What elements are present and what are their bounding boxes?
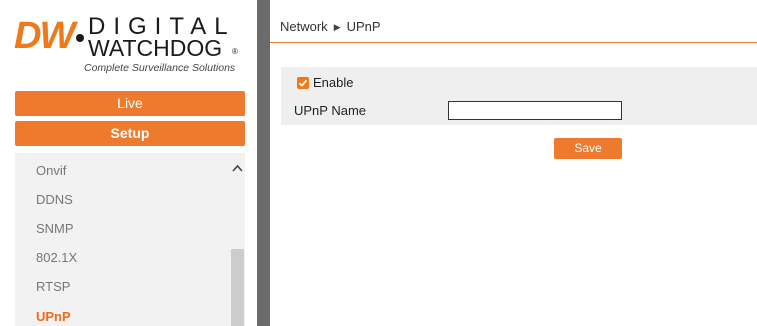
breadcrumb: Network ▶ UPnP [280, 19, 381, 34]
logo-mark: DW [14, 15, 75, 57]
digital-watchdog-logo: DW DIGITAL WATCHDOG ® Complete Surveilla… [14, 14, 242, 75]
setup-menu: Onvif DDNS SNMP 802.1X RTSP UPnP [15, 153, 245, 326]
menu-item-upnp[interactable]: UPnP [36, 309, 71, 324]
sidebar: DW DIGITAL WATCHDOG ® Complete Surveilla… [0, 0, 257, 326]
upnp-name-label: UPnP Name [294, 103, 367, 118]
setup-button[interactable]: Setup [15, 121, 245, 146]
upnp-form: Enable UPnP Name [281, 67, 757, 125]
save-button[interactable]: Save [554, 138, 622, 159]
scroll-thumb[interactable] [231, 249, 244, 326]
main-content: Network ▶ UPnP Enable UPnP Name Save [270, 0, 757, 326]
upnp-name-input[interactable] [448, 101, 622, 120]
breadcrumb-arrow-icon: ▶ [333, 22, 341, 32]
logo-tagline: Complete Surveillance Solutions [84, 62, 236, 74]
logo-dot [76, 34, 84, 42]
logo-registered: ® [232, 47, 238, 56]
scroll-up-icon[interactable] [230, 161, 245, 175]
menu-item-ddns[interactable]: DDNS [36, 192, 73, 207]
menu-item-snmp[interactable]: SNMP [36, 221, 74, 236]
breadcrumb-parent[interactable]: Network [280, 19, 328, 34]
sidebar-divider[interactable] [257, 0, 270, 326]
menu-scrollbar[interactable] [230, 153, 245, 326]
logo-line2: WATCHDOG [88, 35, 223, 61]
header-divider [270, 42, 757, 43]
breadcrumb-current: UPnP [346, 19, 381, 34]
menu-item-rtsp[interactable]: RTSP [36, 279, 70, 294]
app-root: DW DIGITAL WATCHDOG ® Complete Surveilla… [0, 0, 757, 326]
enable-checkbox[interactable] [297, 76, 309, 89]
live-button[interactable]: Live [15, 91, 245, 116]
menu-item-8021x[interactable]: 802.1X [36, 250, 77, 265]
enable-row: Enable [297, 75, 353, 90]
checkmark-icon [298, 79, 308, 87]
enable-label: Enable [313, 75, 354, 90]
menu-item-onvif[interactable]: Onvif [36, 163, 66, 178]
